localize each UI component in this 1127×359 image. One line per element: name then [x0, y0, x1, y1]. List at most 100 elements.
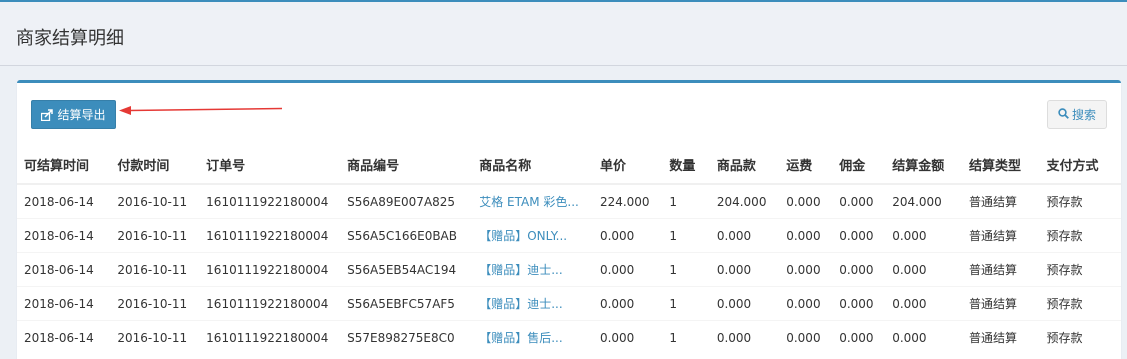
cell-settlement-type: 普通结算 [962, 252, 1040, 287]
export-icon [41, 108, 54, 121]
cell-available-time: 2018-06-14 [17, 286, 111, 321]
cell-unit-price: 0.000 [592, 320, 663, 354]
product-name-link[interactable]: 【赠品】ONLY... [479, 229, 567, 243]
product-name-link[interactable]: 艾格 ETAM 彩色... [479, 195, 579, 209]
table-row: 2018-06-14 2016-10-11 1610111922180004 S56A… [17, 183, 1121, 219]
cell-quantity: 1 [662, 252, 710, 287]
cell-unit-price: 0.000 [592, 218, 663, 253]
cell-shipping: 0.000 [779, 183, 833, 219]
column-header-quantity: 数量 [662, 145, 710, 185]
cell-product-amount: 0.000 [709, 320, 780, 354]
cell-product-amount: 204.000 [709, 183, 780, 219]
cell-product-code: S56A5EB54AC194 [340, 252, 473, 287]
cell-payment-method: 预存款 [1039, 320, 1121, 354]
cell-payment-time: 2016-10-11 [110, 320, 200, 354]
table-header-row: 可结算时间 付款时间 订单号 商品编号 商品名称 单价 数量 商品款 运费 佣金 结算金额 结算类型支… [17, 145, 1121, 185]
cell-available-time: 2018-06-14 [17, 183, 111, 219]
settlement-box: 结算导出 搜索 可结算时间 付款时间 订单号 商品编号 商品名称 单价 数量 商品款 运费 佣金结… [17, 80, 1121, 359]
cell-payment-method: 预存款 [1039, 183, 1121, 219]
cell-settlement-type: 普通结算 [962, 286, 1040, 321]
product-name-link[interactable]: 【赠品】迪士... [479, 297, 562, 311]
cell-settlement-amount: 0.000 [885, 320, 962, 354]
cell-commission: 0.000 [832, 183, 886, 219]
cell-settlement-amount: 204.000 [885, 183, 962, 219]
cell-commission: 0.000 [832, 218, 886, 253]
cell-shipping: 0.000 [779, 252, 833, 287]
column-header-payment-method: 支付方式 [1039, 145, 1121, 185]
annotation-arrow [119, 106, 282, 115]
export-settlement-button[interactable]: 结算导出 [31, 100, 116, 129]
cell-available-time: 2018-06-14 [17, 252, 111, 287]
export-button-label: 结算导出 [57, 108, 106, 122]
cell-payment-time: 2016-10-11 [110, 218, 200, 253]
cell-product-amount: 0.000 [709, 286, 780, 321]
cell-order-no: 1610111922180004 [199, 320, 341, 354]
column-header-order-no: 订单号 [199, 145, 341, 185]
cell-product-name: 【赠品】迪士... [472, 286, 593, 321]
page-title: 商家结算明细 [16, 28, 124, 49]
cell-payment-method: 预存款 [1039, 252, 1121, 287]
product-name-link[interactable]: 【赠品】迪士... [479, 263, 562, 277]
cell-unit-price: 224.000 [592, 183, 663, 219]
cell-unit-price: 0.000 [592, 286, 663, 321]
cell-settlement-amount: 0.000 [885, 218, 962, 253]
cell-product-name: 【赠品】ONLY... [472, 218, 593, 253]
table-row: 2018-06-14 2016-10-11 1610111922180004 S57E… [17, 320, 1121, 354]
cell-available-time: 2018-06-14 [17, 320, 111, 354]
cell-settlement-amount: 0.000 [885, 286, 962, 321]
column-header-payment-time: 付款时间 [110, 145, 200, 185]
cell-available-time: 2018-06-14 [17, 218, 111, 253]
cell-product-amount: 0.000 [709, 252, 780, 287]
cell-product-code: S56A89E007A825 [340, 183, 473, 219]
column-header-shipping: 运费 [779, 145, 833, 185]
cell-quantity: 1 [662, 286, 710, 321]
cell-settlement-type: 普通结算 [962, 183, 1040, 219]
cell-product-name: 【赠品】售后... [472, 320, 593, 354]
column-header-product-code: 商品编号 [340, 145, 473, 185]
search-icon [1058, 107, 1069, 122]
cell-product-amount: 0.000 [709, 218, 780, 253]
cell-settlement-amount: 0.000 [885, 252, 962, 287]
cell-commission: 0.000 [832, 252, 886, 287]
column-header-unit-price: 单价 [592, 145, 663, 185]
cell-payment-method: 预存款 [1039, 218, 1121, 253]
cell-unit-price: 0.000 [592, 252, 663, 287]
column-header-product-amount: 商品款 [709, 145, 780, 185]
cell-order-no: 1610111922180004 [199, 218, 341, 253]
column-header-settlement-type: 结算类型 [962, 145, 1040, 185]
cell-product-code: S57E898275E8C0 [340, 320, 473, 354]
cell-commission: 0.000 [832, 286, 886, 321]
cell-product-code: S56A5C166E0BAB [340, 218, 473, 253]
table-row: 2018-06-14 2016-10-11 1610111922180004 S56A… [17, 218, 1121, 253]
cell-shipping: 0.000 [779, 218, 833, 253]
cell-payment-time: 2016-10-11 [110, 286, 200, 321]
cell-order-no: 1610111922180004 [199, 286, 341, 321]
table-body: 2018-06-14 2016-10-11 1610111922180004 S56A… [17, 183, 1121, 354]
column-header-commission: 佣金 [832, 145, 886, 185]
product-name-link[interactable]: 【赠品】售后... [479, 331, 562, 345]
cell-quantity: 1 [662, 320, 710, 354]
search-button-label: 搜索 [1071, 108, 1096, 122]
cell-shipping: 0.000 [779, 320, 833, 354]
cell-settlement-type: 普通结算 [962, 320, 1040, 354]
cell-product-name: 【赠品】迪士... [472, 252, 593, 287]
column-header-product-name: 商品名称 [472, 145, 593, 185]
cell-product-code: S56A5EBFC57AF5 [340, 286, 473, 321]
cell-product-name: 艾格 ETAM 彩色... [472, 183, 593, 219]
cell-commission: 0.000 [832, 320, 886, 354]
page-header: 商家结算明细 [0, 0, 1127, 66]
search-button[interactable]: 搜索 [1047, 100, 1107, 129]
cell-shipping: 0.000 [779, 286, 833, 321]
column-header-available-time: 可结算时间 [17, 145, 111, 185]
table-row: 2018-06-14 2016-10-11 1610111922180004 S56A… [17, 286, 1121, 321]
cell-payment-time: 2016-10-11 [110, 183, 200, 219]
cell-settlement-type: 普通结算 [962, 218, 1040, 253]
cell-quantity: 1 [662, 183, 710, 219]
table-row: 2018-06-14 2016-10-11 1610111922180004 S56A… [17, 252, 1121, 287]
column-header-settlement-amount: 结算金额 [885, 145, 962, 185]
settlement-table: 可结算时间 付款时间 订单号 商品编号 商品名称 单价 数量 商品款 运费 佣金 结算金额 结算类型支… [17, 145, 1121, 354]
cell-order-no: 1610111922180004 [199, 252, 341, 287]
cell-payment-time: 2016-10-11 [110, 252, 200, 287]
cell-quantity: 1 [662, 218, 710, 253]
cell-payment-method: 预存款 [1039, 286, 1121, 321]
